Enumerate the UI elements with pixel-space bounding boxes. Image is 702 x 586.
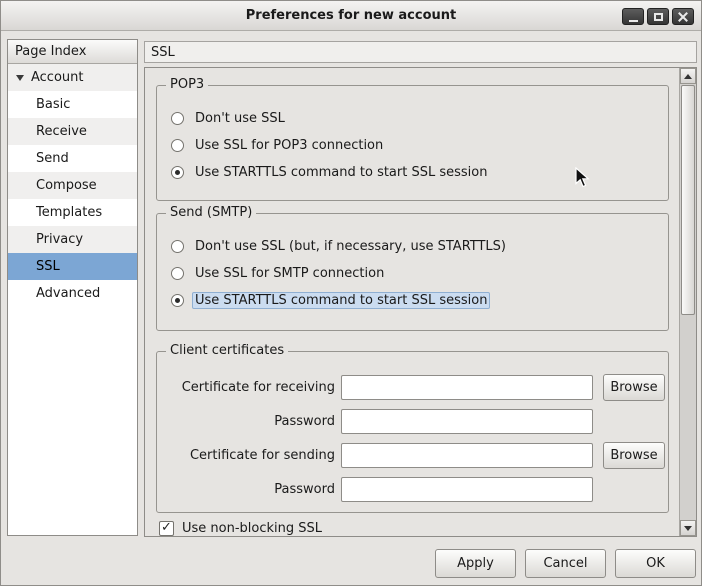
maximize-icon xyxy=(654,13,663,21)
cert-sending-label: Certificate for sending xyxy=(161,448,335,463)
preferences-dialog: Preferences for new account Page Index A… xyxy=(0,0,702,586)
cancel-button[interactable]: Cancel xyxy=(525,549,606,578)
cert-sending-password-row: Password xyxy=(157,477,668,502)
arrow-up-icon xyxy=(684,74,692,79)
vertical-scrollbar[interactable] xyxy=(679,68,696,536)
tree-item-label: Receive xyxy=(36,124,87,139)
close-button[interactable] xyxy=(672,8,694,25)
sidebar-item-basic[interactable]: Basic xyxy=(8,91,137,118)
cert-sending-password-label: Password xyxy=(161,482,335,497)
radio-label: Use SSL for POP3 connection xyxy=(192,137,386,154)
pop3-group-title: POP3 xyxy=(166,77,208,92)
sidebar-item-compose[interactable]: Compose xyxy=(8,172,137,199)
cert-receiving-input[interactable] xyxy=(341,375,593,400)
maximize-button[interactable] xyxy=(647,8,669,25)
smtp-radio-starttls[interactable]: Use STARTTLS command to start SSL sessio… xyxy=(171,292,656,309)
ok-button[interactable]: OK xyxy=(615,549,696,578)
checkbox-label: Use non-blocking SSL xyxy=(182,521,322,536)
scroll-up-button[interactable] xyxy=(680,68,696,84)
radio-off-icon xyxy=(171,139,184,152)
smtp-group: Send (SMTP) Don't use SSL (but, if neces… xyxy=(156,213,669,331)
settings-content: POP3 Don't use SSL Use SSL for POP3 conn… xyxy=(145,68,679,536)
close-icon xyxy=(678,12,688,22)
sidebar-item-receive[interactable]: Receive xyxy=(8,118,137,145)
tree-item-label: Advanced xyxy=(36,286,100,301)
radio-off-icon xyxy=(171,267,184,280)
pop3-group: POP3 Don't use SSL Use SSL for POP3 conn… xyxy=(156,85,669,201)
window-title: Preferences for new account xyxy=(246,8,456,23)
checkbox-checked-icon xyxy=(159,521,174,536)
smtp-radio-dont-use-ssl[interactable]: Don't use SSL (but, if necessary, use ST… xyxy=(171,238,656,255)
radio-label: Don't use SSL xyxy=(192,110,288,127)
cert-receiving-browse-button[interactable]: Browse xyxy=(603,374,665,401)
radio-off-icon xyxy=(171,112,184,125)
sidebar-item-privacy[interactable]: Privacy xyxy=(8,226,137,253)
page-title: SSL xyxy=(144,41,697,63)
scroll-down-button[interactable] xyxy=(680,520,696,536)
sidebar-item-advanced[interactable]: Advanced xyxy=(8,280,137,307)
titlebar: Preferences for new account xyxy=(1,1,701,31)
cert-receiving-password-label: Password xyxy=(161,414,335,429)
cert-receiving-password-row: Password xyxy=(157,409,668,434)
cert-receiving-row: Certificate for receiving Browse xyxy=(157,374,668,401)
window-controls xyxy=(622,8,694,25)
radio-off-icon xyxy=(171,240,184,253)
client-certificates-title: Client certificates xyxy=(166,343,288,358)
tree-item-label: Privacy xyxy=(36,232,83,247)
cert-sending-input[interactable] xyxy=(341,443,593,468)
page-index-panel: Page Index Account Basic Receive Send Co… xyxy=(7,39,138,536)
page-index-header: Page Index xyxy=(8,40,137,64)
sidebar-item-account[interactable]: Account xyxy=(8,64,137,91)
minimize-button[interactable] xyxy=(622,8,644,25)
apply-button[interactable]: Apply xyxy=(435,549,516,578)
tree-item-label: Templates xyxy=(36,205,102,220)
cert-sending-browse-button[interactable]: Browse xyxy=(603,442,665,469)
sidebar-item-templates[interactable]: Templates xyxy=(8,199,137,226)
settings-scroll-area: POP3 Don't use SSL Use SSL for POP3 conn… xyxy=(144,67,697,537)
scrollbar-thumb[interactable] xyxy=(681,85,695,315)
sidebar-item-ssl[interactable]: SSL xyxy=(8,253,137,280)
tree-item-label: Send xyxy=(36,151,69,166)
minimize-icon xyxy=(629,20,638,22)
radio-on-icon xyxy=(171,166,184,179)
arrow-down-icon xyxy=(684,526,692,531)
radio-label: Don't use SSL (but, if necessary, use ST… xyxy=(192,238,509,255)
client-certificates-group: Client certificates Certificate for rece… xyxy=(156,351,669,513)
tree-item-label: Basic xyxy=(36,97,70,112)
radio-on-icon xyxy=(171,294,184,307)
pop3-radio-use-ssl[interactable]: Use SSL for POP3 connection xyxy=(171,137,656,154)
radio-label: Use SSL for SMTP connection xyxy=(192,265,387,282)
non-blocking-ssl-option[interactable]: Use non-blocking SSL xyxy=(159,521,322,536)
radio-label-focused: Use STARTTLS command to start SSL sessio… xyxy=(192,292,490,309)
expander-down-icon[interactable] xyxy=(16,75,24,81)
tree-item-label: Account xyxy=(31,70,84,85)
cert-sending-row: Certificate for sending Browse xyxy=(157,442,668,469)
tree-item-label: SSL xyxy=(36,259,60,274)
tree-item-label: Compose xyxy=(36,178,97,193)
cert-receiving-password-input[interactable] xyxy=(341,409,593,434)
smtp-radio-use-ssl[interactable]: Use SSL for SMTP connection xyxy=(171,265,656,282)
smtp-group-title: Send (SMTP) xyxy=(166,205,256,220)
sidebar-item-send[interactable]: Send xyxy=(8,145,137,172)
cert-sending-password-input[interactable] xyxy=(341,477,593,502)
pop3-radio-starttls[interactable]: Use STARTTLS command to start SSL sessio… xyxy=(171,164,656,181)
pop3-radio-dont-use-ssl[interactable]: Don't use SSL xyxy=(171,110,656,127)
cert-receiving-label: Certificate for receiving xyxy=(161,380,335,395)
radio-label: Use STARTTLS command to start SSL sessio… xyxy=(192,164,490,181)
